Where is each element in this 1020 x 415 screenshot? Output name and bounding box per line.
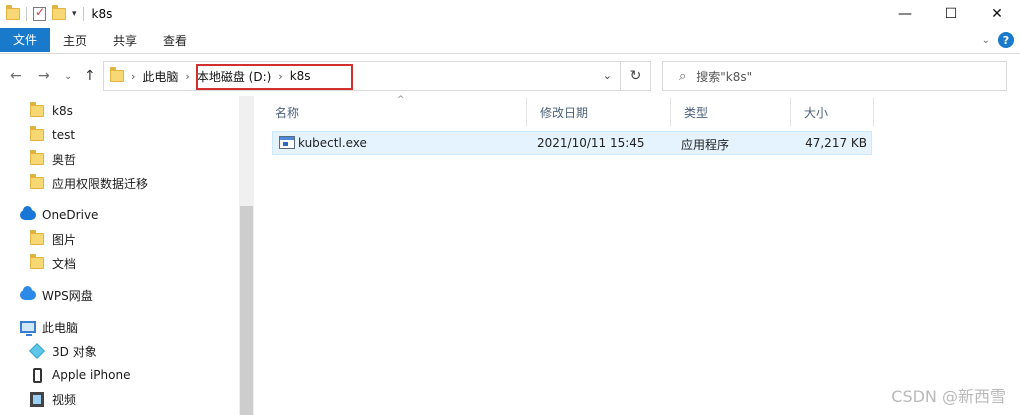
file-modified: 2021/10/11 15:45 — [537, 136, 645, 150]
column-header-type[interactable]: 类型 — [671, 98, 791, 126]
sort-caret-icon: ^ — [397, 95, 405, 105]
sidebar-item-wps-cloud[interactable]: WPS网盘 — [20, 283, 93, 307]
sidebar-item-k8s[interactable]: k8s — [30, 99, 73, 123]
sidebar-item-3d-objects[interactable]: 3D 对象 — [29, 339, 97, 363]
sidebar-item-label: WPS网盘 — [42, 288, 93, 303]
sidebar-item-label: k8s — [52, 104, 73, 118]
folder-icon — [6, 5, 20, 20]
forward-arrow-icon[interactable]: → — [38, 68, 50, 84]
sidebar-item-label: Apple iPhone — [52, 368, 131, 382]
sidebar-item-label: 奥哲 — [52, 152, 77, 167]
divider — [82, 7, 84, 21]
scrollbar-thumb[interactable] — [240, 206, 253, 415]
properties-icon[interactable] — [33, 5, 46, 21]
breadcrumb-this-pc[interactable]: 此电脑 — [142, 68, 178, 85]
recent-locations-icon[interactable]: ⌄ — [64, 71, 72, 82]
sidebar-item-app-permission-migration[interactable]: 应用权限数据迁移 — [30, 171, 148, 195]
search-placeholder: 搜索"k8s" — [696, 69, 753, 84]
exe-file-icon — [279, 136, 295, 152]
tab-home[interactable]: 主页 — [50, 28, 100, 54]
refresh-icon: ↻ — [629, 68, 642, 84]
sidebar-item-test[interactable]: test — [30, 123, 75, 147]
new-folder-icon[interactable] — [52, 5, 66, 20]
back-arrow-icon[interactable]: ← — [10, 68, 22, 84]
ribbon-tabs: 文件 主页 共享 查看 ⌄ ? — [0, 27, 1020, 54]
sidebar-item-apple-iphone[interactable]: Apple iPhone — [30, 363, 130, 387]
close-button[interactable]: ✕ — [974, 0, 1020, 28]
window-title: k8s — [91, 7, 113, 21]
sidebar-item-label: test — [52, 128, 76, 142]
onedrive-icon — [20, 206, 36, 220]
sidebar-item-label: 视频 — [52, 392, 77, 407]
breadcrumb-separator-icon[interactable]: › — [185, 70, 189, 83]
chevron-down-icon[interactable]: ▾ — [72, 9, 77, 19]
computer-icon — [20, 321, 36, 336]
divider — [26, 7, 27, 21]
ribbon-right-controls: ⌄ ? — [982, 32, 1014, 48]
folder-icon — [30, 174, 44, 189]
video-icon — [30, 391, 44, 407]
watermark: CSDN @新西雪 — [891, 387, 1006, 406]
file-explorer-window: ▾ k8s — ☐ ✕ 文件 主页 共享 查看 ⌄ ? ← → ⌄ ↑ › 此电… — [0, 0, 1020, 415]
column-header-name[interactable]: 名称 ^ — [262, 95, 527, 126]
address-row: ← → ⌄ ↑ › 此电脑 › 本地磁盘 (D:) › k8s ⌄ ↻ ⌕ 搜索… — [0, 58, 1020, 94]
sidebar-item-label: OneDrive — [42, 208, 99, 222]
tab-view[interactable]: 查看 — [150, 28, 200, 54]
file-size: 47,217 KB — [805, 136, 867, 150]
folder-icon — [30, 102, 44, 117]
sidebar-item-this-pc[interactable]: 此电脑 — [20, 315, 78, 339]
phone-icon — [33, 367, 42, 383]
tab-share[interactable]: 共享 — [100, 28, 150, 54]
chevron-down-icon[interactable]: ⌄ — [603, 69, 612, 82]
search-icon: ⌕ — [679, 68, 687, 84]
breadcrumb-separator-icon[interactable]: › — [131, 70, 135, 83]
sidebar-item-onedrive[interactable]: OneDrive — [20, 203, 98, 227]
sidebar-item-videos[interactable]: 视频 — [30, 387, 76, 411]
title-bar: ▾ k8s — ☐ ✕ — [0, 0, 1020, 28]
maximize-button[interactable]: ☐ — [928, 0, 974, 28]
file-type: 应用程序 — [681, 138, 730, 152]
minimize-button[interactable]: — — [882, 0, 928, 28]
refresh-button[interactable]: ↻ — [621, 61, 651, 91]
help-icon[interactable]: ? — [998, 32, 1014, 48]
sidebar-item-documents[interactable]: 文档 — [30, 251, 76, 275]
sidebar-item-aozhe[interactable]: 奥哲 — [30, 147, 76, 171]
table-row[interactable]: kubectl.exe 2021/10/11 15:45 应用程序 47,217… — [272, 131, 872, 155]
navigation-scrollbar[interactable] — [239, 96, 254, 415]
window-controls: — ☐ ✕ — [882, 0, 1020, 28]
sidebar-item-label: 文档 — [52, 256, 77, 271]
navigation-pane: k8s test 奥哲 应用权限数据迁移 OneDrive 图片 文档 WPS网… — [0, 96, 254, 415]
file-name: kubectl.exe — [298, 136, 367, 150]
up-arrow-icon[interactable]: ↑ — [84, 68, 96, 84]
folder-icon — [30, 150, 44, 165]
column-header-modified[interactable]: 修改日期 — [527, 98, 671, 126]
folder-icon — [30, 126, 44, 141]
folder-icon — [30, 254, 44, 269]
folder-icon — [110, 67, 124, 82]
quick-access-toolbar: ▾ — [0, 5, 84, 21]
highlight-box — [196, 64, 353, 90]
tab-file[interactable]: 文件 — [0, 27, 50, 52]
sidebar-item-label: 此电脑 — [42, 320, 79, 335]
sidebar-item-label: 3D 对象 — [52, 344, 97, 359]
expand-ribbon-icon[interactable]: ⌄ — [982, 35, 990, 46]
folder-icon — [30, 230, 44, 245]
column-header-size[interactable]: 大小 — [791, 98, 874, 126]
sidebar-item-label: 图片 — [52, 232, 77, 247]
wps-cloud-icon — [20, 286, 36, 300]
search-input[interactable]: ⌕ 搜索"k8s" — [662, 61, 1007, 91]
cube-icon — [29, 343, 45, 359]
sidebar-item-label: 应用权限数据迁移 — [52, 176, 149, 191]
address-bar[interactable]: › 此电脑 › 本地磁盘 (D:) › k8s ⌄ — [103, 61, 621, 91]
sidebar-item-pictures[interactable]: 图片 — [30, 227, 76, 251]
